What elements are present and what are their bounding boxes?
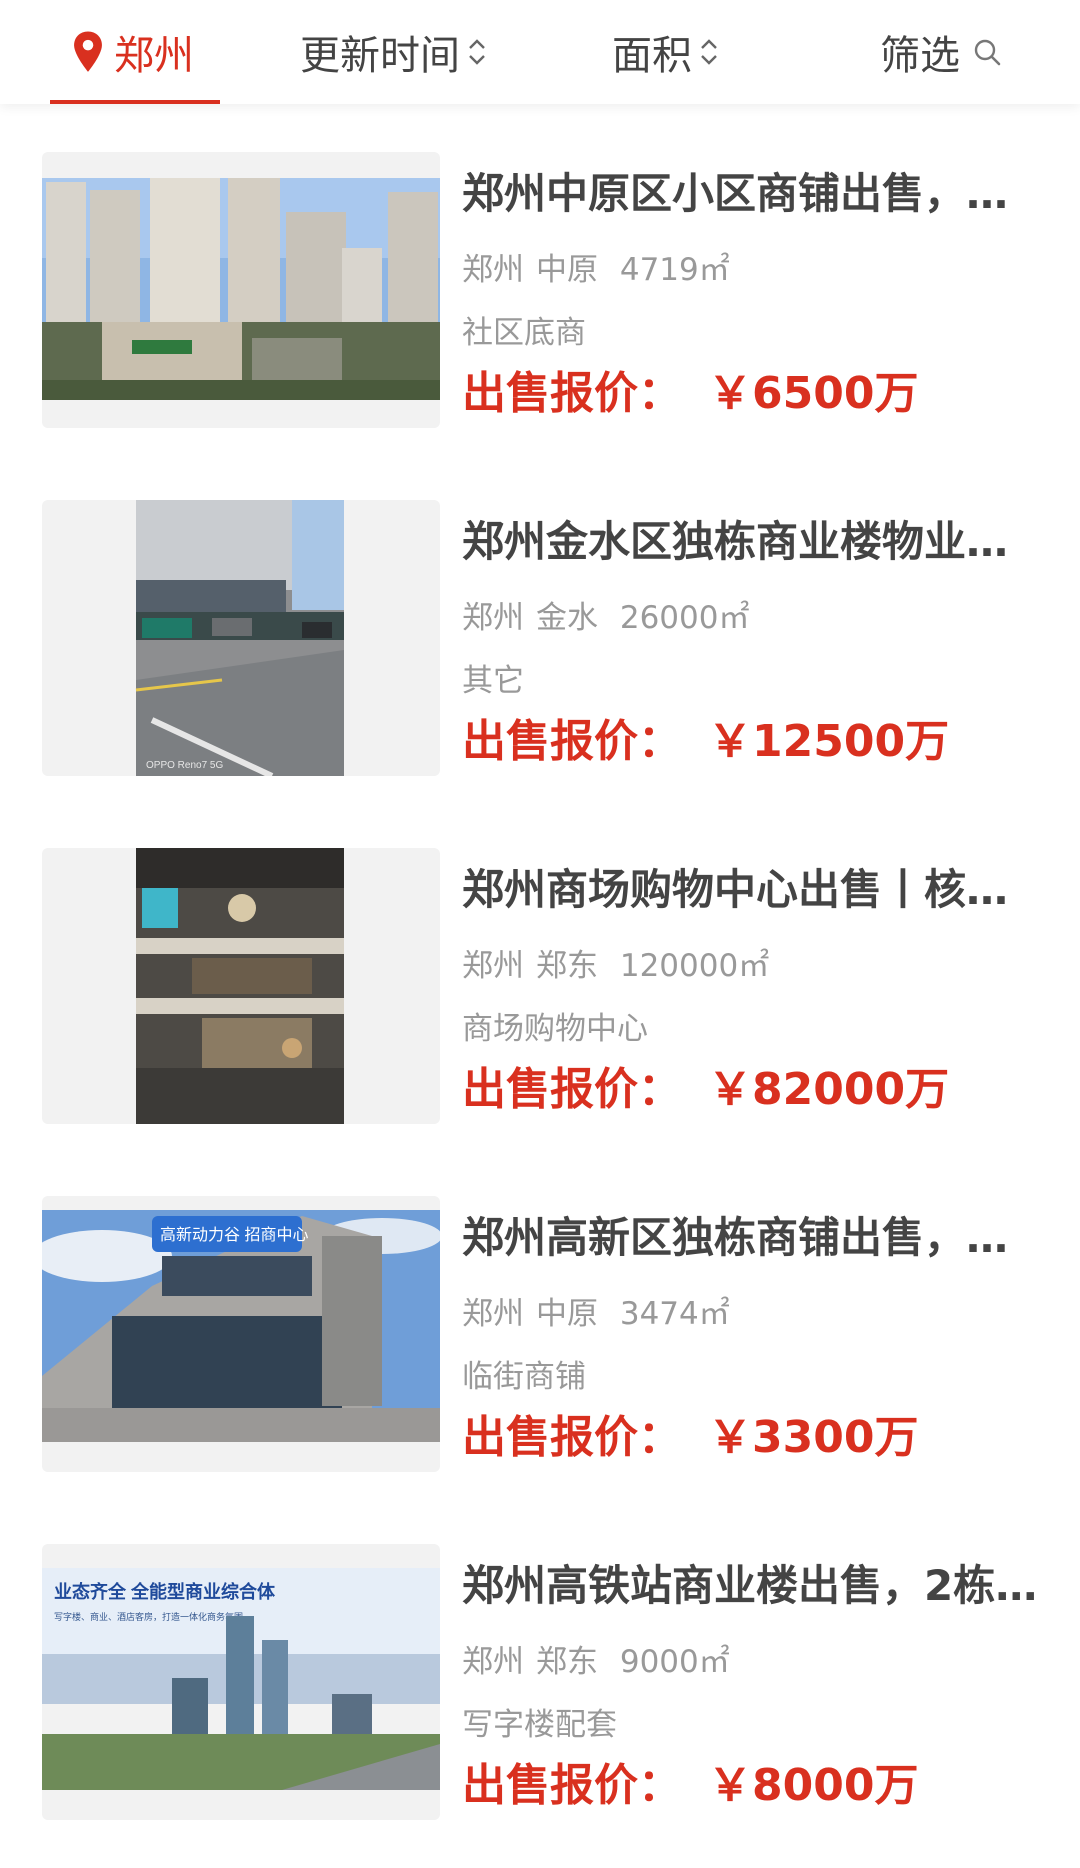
listing-city: 郑州: [462, 1296, 524, 1332]
price-value: ￥3300万: [708, 1412, 919, 1463]
listing-area: 120000㎡: [619, 948, 770, 984]
location-pin-icon: [74, 31, 102, 72]
listing-area: 26000㎡: [619, 600, 750, 636]
listing-image[interactable]: 业态齐全 全能型商业综合体 写字楼、商业、酒店客房，打造一体化商务氛围: [42, 1544, 440, 1820]
listing-title[interactable]: 郑州高新区独栋商铺出售，临街旺铺: [462, 1210, 1042, 1266]
banner-sub-text: 写字楼、商业、酒店客房，打造一体化商务氛围: [54, 1611, 243, 1622]
photo-residential-towers: [42, 178, 440, 400]
listing-city: 郑州: [462, 600, 524, 636]
listing-district: 中原: [536, 252, 598, 288]
listing-card[interactable]: 高新动力谷 招商中心 郑州高新区独栋商铺出售，临街旺铺 郑州中原 3474㎡ 临…: [0, 1196, 1080, 1476]
listing-image[interactable]: [42, 848, 440, 1124]
listing-district: 郑东: [536, 948, 598, 984]
sort-arrows-icon: [701, 39, 717, 65]
price-label: 出售报价：: [462, 716, 682, 767]
listing-price: 出售报价： ￥3300万: [462, 1408, 918, 1468]
listing-card[interactable]: 郑州中原区小区商铺出售，黄金地段 郑州中原 4719㎡ 社区底商 出售报价： ￥6…: [0, 152, 1080, 432]
listing-district: 郑东: [536, 1644, 598, 1680]
listing-city: 郑州: [462, 1644, 524, 1680]
tab-city[interactable]: 郑州: [70, 0, 194, 104]
price-value: ￥82000万: [708, 1064, 950, 1115]
listing-type: 临街商铺: [462, 1359, 586, 1395]
tab-filter-label: 筛选: [880, 33, 960, 79]
filter-bar: 郑州 更新时间 面积 筛选: [0, 0, 1080, 104]
active-tab-indicator: [50, 100, 220, 104]
sort-arrows-icon: [469, 39, 485, 65]
building-sign-text: 高新动力谷 招商中心: [160, 1226, 308, 1244]
listing-title[interactable]: 郑州中原区小区商铺出售，黄金地段: [462, 166, 1042, 222]
photo-commercial-building-street: OPPO Reno7 5G: [135, 500, 344, 776]
price-label: 出售报价：: [462, 1064, 682, 1115]
listing-meta: 郑州 郑东 9000㎡: [462, 1642, 730, 1682]
listing-city: 郑州: [462, 252, 524, 288]
price-label: 出售报价：: [462, 1760, 682, 1811]
price-value: ￥6500万: [708, 368, 919, 419]
photo-business-complex-banner: 业态齐全 全能型商业综合体 写字楼、商业、酒店客房，打造一体化商务氛围: [42, 1568, 440, 1790]
listing-title[interactable]: 郑州金水区独栋商业楼物业出售: [462, 514, 1042, 570]
listing-area: 4719㎡: [619, 252, 730, 288]
city-label: 郑州: [114, 33, 194, 79]
listing-card[interactable]: 业态齐全 全能型商业综合体 写字楼、商业、酒店客房，打造一体化商务氛围 郑州高铁…: [0, 1544, 1080, 1824]
listing-card[interactable]: OPPO Reno7 5G 郑州金水区独栋商业楼物业出售 郑州 金水 26000㎡…: [0, 500, 1080, 780]
tab-update-time-label: 更新时间: [300, 33, 460, 79]
listing-image[interactable]: 高新动力谷 招商中心: [42, 1196, 440, 1472]
listing-district: 中原: [536, 1296, 598, 1332]
image-watermark: OPPO Reno7 5G: [146, 760, 223, 771]
listing-area: 3474㎡: [619, 1296, 730, 1332]
listing-title[interactable]: 郑州高铁站商业楼出售，2栋整售: [462, 1558, 1042, 1614]
price-value: ￥8000万: [708, 1760, 919, 1811]
listing-image[interactable]: [42, 152, 440, 428]
search-icon: [974, 39, 1001, 66]
listing-city: 郑州: [462, 948, 524, 984]
listing-image[interactable]: OPPO Reno7 5G: [42, 500, 440, 776]
listing-price: 出售报价： ￥12500万: [462, 712, 949, 772]
listing-district: 金水: [536, 600, 598, 636]
listing-type: 商场购物中心: [462, 1011, 648, 1047]
tab-area[interactable]: 面积: [612, 0, 720, 104]
listing-meta: 郑州 中原 4719㎡: [462, 250, 730, 290]
listing-price: 出售报价： ￥82000万: [462, 1060, 949, 1120]
listing-area: 9000㎡: [619, 1644, 730, 1680]
price-value: ￥12500万: [708, 716, 950, 767]
price-label: 出售报价：: [462, 1412, 682, 1463]
banner-title-text: 业态齐全 全能型商业综合体: [54, 1581, 276, 1602]
listing-meta: 郑州 郑东 120000㎡: [462, 946, 769, 986]
listing-type: 其它: [462, 663, 524, 699]
photo-corner-building: 高新动力谷 招商中心: [42, 1210, 440, 1442]
price-label: 出售报价：: [462, 368, 682, 419]
listing-type: 写字楼配套: [462, 1707, 617, 1743]
listing-meta: 郑州 金水 26000㎡: [462, 598, 749, 638]
listing-type: 社区底商: [462, 315, 586, 351]
tab-update-time[interactable]: 更新时间: [300, 0, 488, 104]
listing-price: 出售报价： ￥6500万: [462, 364, 918, 424]
listing-card[interactable]: 郑州商场购物中心出售丨核心商圈 郑州 郑东 120000㎡ 商场购物中心 出售报价…: [0, 848, 1080, 1128]
listing-price: 出售报价： ￥8000万: [462, 1756, 918, 1816]
listing-meta: 郑州 中原 3474㎡: [462, 1294, 730, 1334]
listing-title[interactable]: 郑州商场购物中心出售丨核心商圈: [462, 862, 1042, 918]
tab-area-label: 面积: [612, 33, 692, 79]
tab-filter[interactable]: 筛选: [880, 0, 1002, 104]
photo-mall-interior: [136, 848, 344, 1124]
